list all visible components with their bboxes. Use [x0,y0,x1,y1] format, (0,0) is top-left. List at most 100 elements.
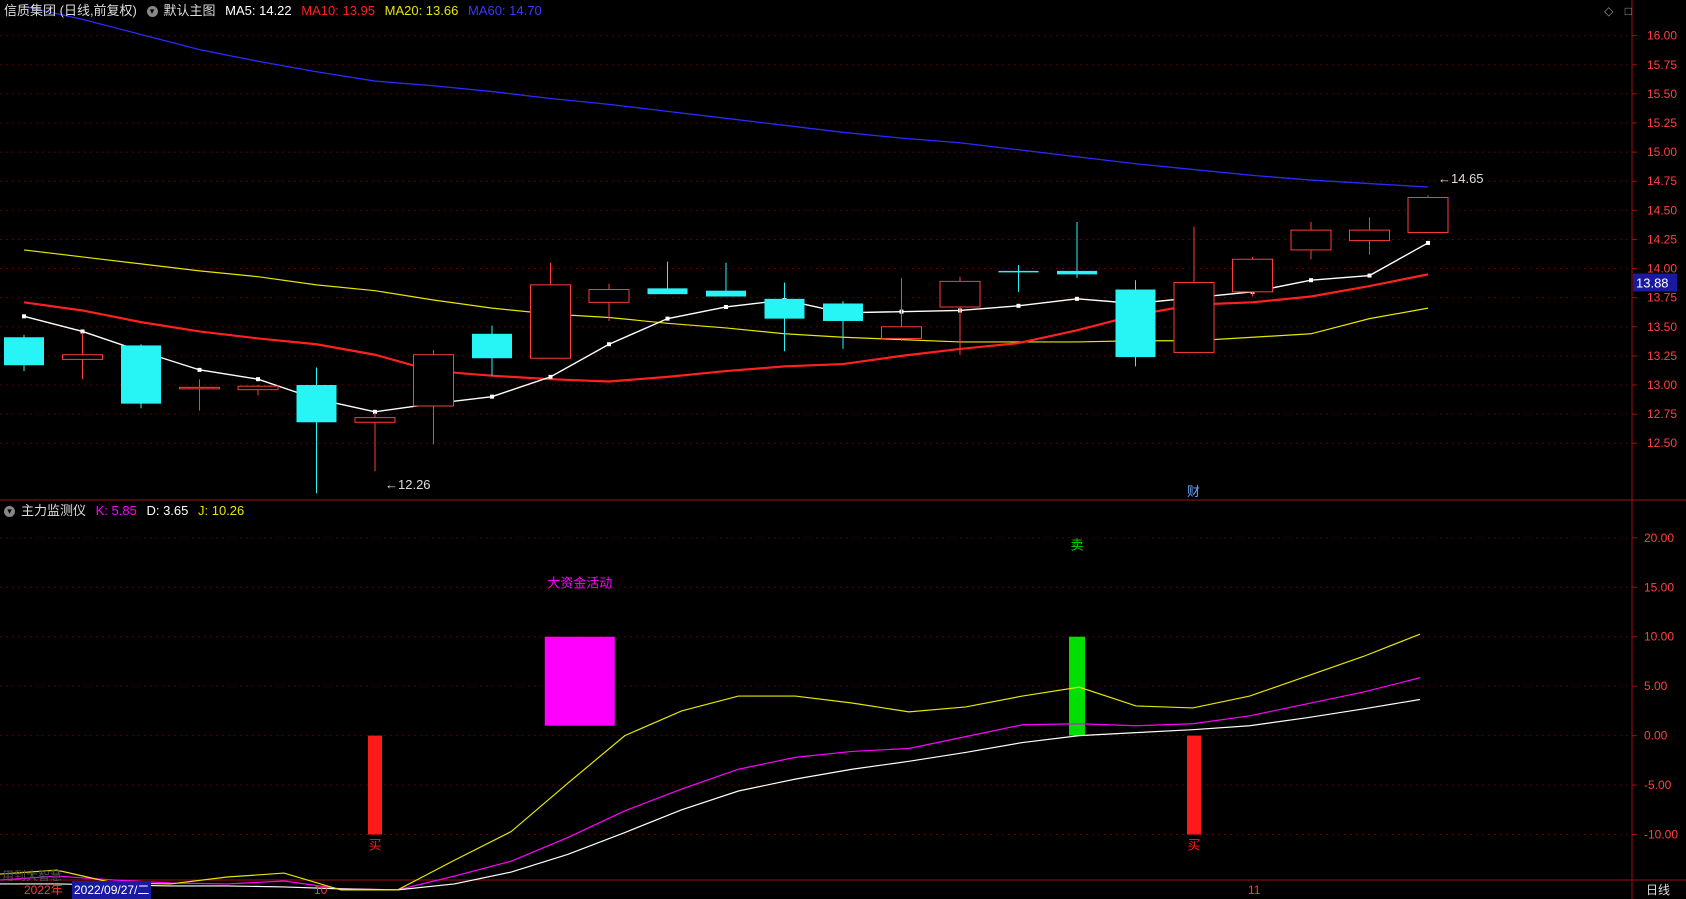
year-label: 2022年 [24,883,63,897]
candle-body-down [472,333,512,359]
candle-body-up [1173,282,1215,353]
candle-body-up [237,385,279,391]
price-tick-label: 13.25 [1647,349,1677,363]
signal-label: 大资金活动 [547,575,612,590]
candle-body-up [1290,229,1332,251]
indicator-tick-label: 20.00 [1644,531,1674,545]
ma5-point [665,316,670,321]
ma20-legend: MA20: 13.66 [384,3,459,18]
ma5-point [256,377,260,382]
ma5-point [197,367,202,372]
candle-body-up [179,386,220,390]
price-tick-label: 12.50 [1647,436,1677,450]
price-tick-label: 12.75 [1647,407,1677,421]
candle-body-down [764,298,805,319]
price-tick-label: 14.75 [1647,174,1677,188]
candle-body-down [706,290,746,297]
price-annotation: 财 [1187,484,1200,499]
kdj-line-d [0,698,1421,891]
main-chart-header: 信质集团 (日线,前复权) ▾ 默认主图 MA5: 14.22 MA10: 13.… [0,0,548,22]
ma5-point [607,342,611,347]
ma-line-ma60 [23,5,1429,188]
d-legend: D: 3.65 [146,503,189,518]
candle-body-up [1407,197,1449,233]
indicator-header: ▾ 主力监测仪 K: 5.85 D: 3.65 J: 10.26 [0,500,250,522]
j-legend: J: 10.26 [198,503,245,518]
chart-canvas: 16.00 15.75 15.50 15.25 15.00 14.75 14.50 14.25… [0,0,1686,899]
price-tick-label: 15.00 [1647,145,1677,159]
ma10-legend: MA10: 13.95 [301,3,375,18]
candle-body-down [647,288,688,295]
candle-body-up [1349,229,1390,242]
price-tick-label: 14.50 [1647,203,1677,217]
indicator-tick-label: 10.00 [1644,630,1674,644]
panel-controls: ◇ □ [1604,4,1632,18]
price-tick-label: 13.50 [1647,320,1677,334]
diamond-icon[interactable]: ◇ [1604,4,1613,18]
k-legend: K: 5.85 [95,503,137,518]
cursor-date-label: 2022/09/27/二 [72,881,152,899]
indicator-tick-label: -10.00 [1644,828,1678,842]
price-tick-label: 15.75 [1647,58,1677,72]
ma5-point [1426,240,1430,245]
price-tick-label: 15.25 [1647,116,1677,130]
candle-body-up [881,326,922,339]
ma60-legend: MA60: 14.70 [467,3,542,18]
candle-body-up [530,284,571,359]
settings-toggle-icon[interactable]: ▾ [146,6,158,18]
candle-body-up [1232,258,1273,293]
indicator-tick-label: -5.00 [1644,778,1672,792]
ma5-legend: MA5: 14.22 [225,3,292,18]
signal-label: 买 [368,837,381,852]
ma5-point [1075,296,1079,301]
candle-body-up [413,354,454,407]
indicator-toggle-icon[interactable]: ▾ [4,506,15,518]
price-tick-label: 14.25 [1647,232,1677,246]
price-tick-label: 15.50 [1647,87,1677,101]
price-tick-label: 14.00 [1647,262,1677,276]
candle-body-down [121,345,161,404]
candle-body-down [296,385,337,423]
candle-body-up [588,289,630,303]
stock-title: 信质集团 (日线,前复权) [4,3,137,18]
price-tick-label: 13.75 [1647,291,1677,305]
candle-body-down [998,270,1039,273]
signal-bar [1069,636,1085,736]
time-axis: 用到大智慧 2022年 2022/09/27/二 10 11 日线 [0,869,1686,899]
indicator-tick-label: 0.00 [1644,729,1668,743]
kdj-line-j [0,633,1421,891]
price-tick-label: 13.00 [1647,378,1677,392]
main-chart-label[interactable]: 默认主图 [164,3,216,18]
candle-body-up [354,417,396,423]
indicator-name[interactable]: 主力监测仪 [21,503,86,518]
signal-bar [368,735,382,835]
ma5-point [1367,273,1372,278]
candle-body-down [1057,270,1097,275]
ma5-point [548,374,553,379]
price-tick-label: 16.00 [1647,29,1677,43]
signal-bar [544,636,615,726]
month-11-label: 11 [1248,883,1261,897]
square-icon[interactable]: □ [1625,4,1632,18]
candle-body-down [4,337,44,366]
price-annotation: ←14.65 [1438,171,1484,186]
kdj-line-k [0,677,1421,891]
month-10-label: 10 [314,883,328,897]
candle-body-up [939,280,981,308]
price-annotation: ←12.26 [385,477,431,492]
ma5-point [1309,278,1313,283]
last-price-label: 13.88 [1636,276,1669,291]
indicator-tick-label: 5.00 [1644,679,1668,693]
ma5-point [22,314,26,319]
indicator-tick-label: 15.00 [1644,580,1674,594]
signal-label: 卖 [1070,538,1083,553]
period-label[interactable]: 日线 [1646,881,1670,899]
ma5-point [724,304,728,309]
ma5-point [1016,303,1021,308]
ma5-point [490,394,494,399]
candle-body-up [62,354,103,360]
candle-body-down [823,303,863,321]
candle-body-down [1115,289,1156,358]
signal-bar [1187,735,1201,835]
signal-label: 买 [1187,837,1200,852]
